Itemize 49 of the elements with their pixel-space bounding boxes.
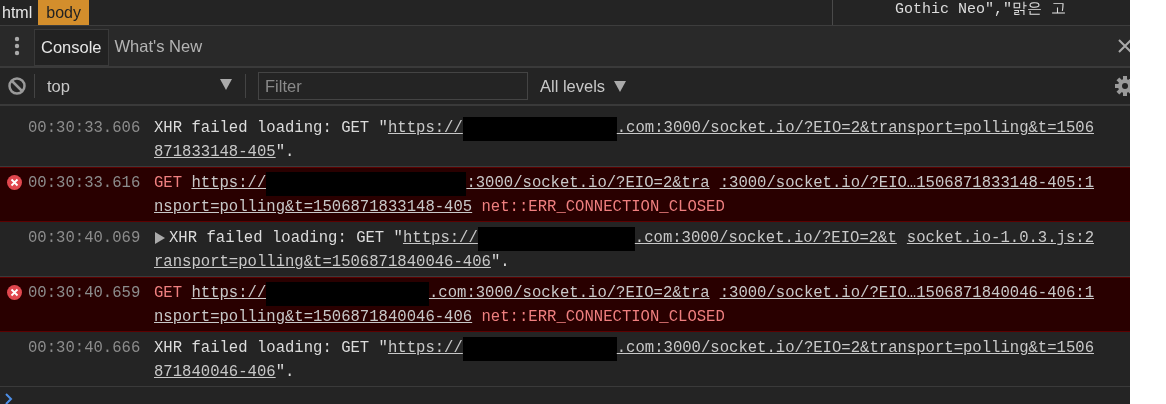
clear-console-icon[interactable] bbox=[7, 76, 27, 96]
css-value: Gothic Neo","맑은 고 bbox=[895, 1, 1067, 18]
error-status: net::ERR_CONNECTION_CLOSED bbox=[481, 197, 725, 218]
source-link[interactable]: socket.io-1.0.3.js:2 bbox=[906, 227, 1094, 251]
error-icon bbox=[6, 175, 22, 190]
prompt-icon bbox=[5, 392, 13, 404]
source-link[interactable]: :3000/socket.io/?EIO…1506871833148-405:1 bbox=[719, 172, 1094, 196]
timestamp: 00:30:40.659 bbox=[28, 284, 141, 302]
url-link[interactable]: https:// bbox=[191, 282, 267, 306]
url-link[interactable]: ransport=polling&t=1506871840046-406 bbox=[154, 251, 491, 273]
caret-icon bbox=[613, 79, 628, 93]
url-link[interactable]: 871840046-406 bbox=[154, 361, 276, 383]
message-text: XHR failed loading: GET " bbox=[169, 228, 403, 249]
more-icon[interactable] bbox=[14, 36, 20, 56]
panel-tab[interactable]: What's New bbox=[108, 26, 209, 66]
caret-icon bbox=[219, 76, 233, 91]
url-link[interactable]: https:// bbox=[402, 227, 478, 251]
timestamp: 00:30:40.069 bbox=[28, 229, 141, 247]
message-text: XHR failed loading: GET " bbox=[154, 118, 388, 139]
message-text: ". bbox=[275, 362, 295, 383]
timestamp: 00:30:33.616 bbox=[28, 174, 141, 192]
url-link[interactable]: https:// bbox=[191, 172, 267, 196]
http-method: GET bbox=[154, 283, 183, 304]
error-icon bbox=[6, 285, 22, 300]
context-selector[interactable]: top bbox=[35, 73, 245, 99]
url-link[interactable]: https:// bbox=[387, 337, 463, 361]
source-link[interactable]: :3000/socket.io/?EIO…1506871840046-406:1 bbox=[719, 282, 1094, 306]
url-link[interactable]: .com:3000/socket.io/?EIO=2&transport=polling&t=1506 bbox=[616, 337, 1094, 361]
message-text: ". bbox=[490, 252, 510, 273]
breadcrumb-item[interactable]: body bbox=[38, 0, 89, 25]
error-status: net::ERR_CONNECTION_CLOSED bbox=[481, 307, 725, 328]
url-link[interactable]: .com:3000/socket.io/?EIO=2&tra bbox=[428, 282, 710, 306]
message-text: XHR failed loading: GET " bbox=[154, 338, 388, 359]
url-link[interactable]: https:// bbox=[387, 117, 463, 141]
message-text: ". bbox=[275, 142, 295, 163]
url-link[interactable]: .com:3000/socket.io/?EIO=2&transport=polling&t=1506 bbox=[616, 117, 1094, 141]
http-method: GET bbox=[154, 173, 183, 194]
url-link[interactable]: nsport=polling&t=1506871833148-405 bbox=[154, 196, 473, 218]
timestamp: 00:30:40.666 bbox=[28, 339, 141, 357]
levels-dropdown[interactable]: All levels bbox=[540, 73, 628, 99]
url-link[interactable]: 871833148-405 bbox=[154, 141, 276, 163]
breadcrumb-item[interactable]: html bbox=[0, 0, 39, 25]
close-icon[interactable] bbox=[1118, 39, 1130, 53]
timestamp: 00:30:33.606 bbox=[28, 119, 141, 137]
url-link[interactable]: .com:3000/socket.io/?EIO=2&t bbox=[634, 227, 897, 251]
url-link[interactable]: :3000/socket.io/?EIO=2&tra bbox=[466, 172, 710, 196]
panel-tab[interactable]: Console bbox=[34, 29, 109, 66]
filter-field[interactable]: Filter bbox=[258, 72, 528, 100]
url-link[interactable]: nsport=polling&t=1506871840046-406 bbox=[154, 306, 473, 328]
